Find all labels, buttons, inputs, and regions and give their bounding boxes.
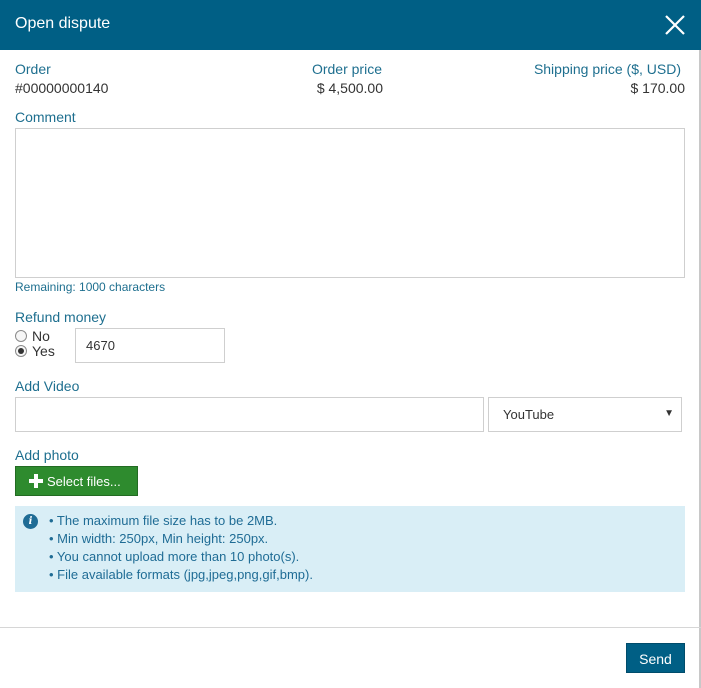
dropdown-caret-icon: ▼ <box>664 408 674 419</box>
order-label: Order <box>15 61 51 77</box>
requirement-item: • Min width: 250px, Min height: 250px. <box>49 531 269 546</box>
order-price-label: Order price <box>311 61 382 77</box>
add-video-label: Add Video <box>15 378 80 394</box>
radio-no-label: No <box>32 328 50 344</box>
order-number: #00000000140 <box>15 80 109 96</box>
select-files-button[interactable]: Select files... <box>15 466 138 496</box>
refund-amount-input[interactable] <box>75 328 225 363</box>
plus-icon <box>28 473 44 489</box>
shipping-price-value: $ 170.00 <box>630 80 686 96</box>
shipping-price-label: Shipping price ($, USD) <box>533 61 681 77</box>
select-files-label: Select files... <box>47 474 121 489</box>
comment-label: Comment <box>15 109 76 125</box>
photo-requirements-list: • The maximum file size has to be 2MB. •… <box>49 513 313 585</box>
video-provider-value: YouTube <box>503 407 555 422</box>
requirement-item: • You cannot upload more than 10 photo(s… <box>49 549 300 564</box>
video-url-input[interactable] <box>15 397 484 432</box>
refund-money-label: Refund money <box>15 309 107 325</box>
comment-textarea[interactable] <box>15 128 685 278</box>
radio-yes-button[interactable] <box>15 345 27 357</box>
photo-requirements-notice: i • The maximum file size has to be 2MB.… <box>15 506 685 592</box>
video-provider-select[interactable]: YouTube ▼ <box>488 397 682 432</box>
close-icon[interactable] <box>664 14 686 36</box>
dialog-title: Open dispute <box>15 15 111 32</box>
radio-no-button[interactable] <box>15 330 27 342</box>
info-icon: i <box>23 514 38 529</box>
dialog-header: Open dispute <box>0 0 701 50</box>
send-button[interactable]: Send <box>626 643 685 673</box>
remaining-characters: Remaining: 1000 characters <box>15 280 166 294</box>
send-button-label: Send <box>639 651 672 667</box>
requirement-item: • The maximum file size has to be 2MB. <box>49 513 278 528</box>
add-photo-label: Add photo <box>15 447 79 463</box>
order-price-value: $ 4,500.00 <box>316 80 383 96</box>
requirement-item: • File available formats (jpg,jpeg,png,g… <box>49 567 313 582</box>
radio-yes-label: Yes <box>32 343 55 359</box>
footer-divider <box>0 627 701 628</box>
